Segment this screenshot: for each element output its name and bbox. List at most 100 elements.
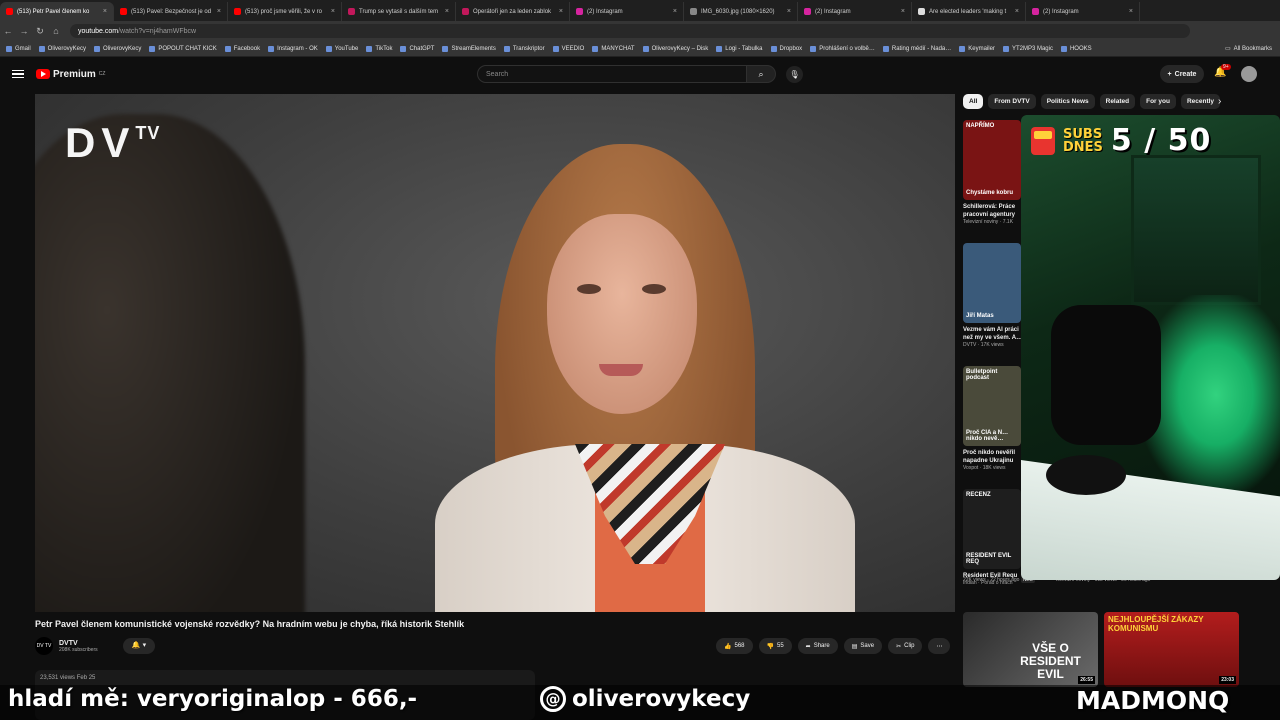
close-icon[interactable]: × — [1129, 8, 1133, 15]
menu-icon[interactable] — [12, 69, 24, 79]
close-icon[interactable]: × — [787, 8, 791, 15]
recommendation-item[interactable]: RECENZ RESIDENT EVIL REQ Resident Evil Req… — [963, 489, 1025, 611]
bottom-recommendations: VŠE O RESIDENT EVIL 26:55 NEJHLOUPĚJŠÍ Z… — [963, 612, 1239, 687]
video-player[interactable]: DVTV — [35, 94, 955, 612]
create-button[interactable]: + Create — [1160, 65, 1204, 83]
browser-tab[interactable]: Trump se vytasil s dalším tem × — [342, 2, 456, 21]
bookmark-item[interactable]: MANYCHAT — [592, 45, 635, 52]
browser-tab[interactable]: (513) Pavel: Bezpečnost je od × — [114, 2, 228, 21]
close-icon[interactable]: × — [445, 8, 449, 15]
forward-icon[interactable]: → — [16, 26, 32, 36]
bookmark-item[interactable]: ChatGPT — [400, 45, 434, 52]
logo-country: CZ — [98, 71, 106, 77]
close-icon[interactable]: × — [1015, 8, 1019, 15]
bookmark-item[interactable]: Gmail — [6, 45, 31, 52]
interviewer-silhouette — [35, 114, 305, 612]
subscription-bell-button[interactable]: 🔔 ▾ — [123, 638, 155, 654]
bookmark-item[interactable]: OliverovyKecy – Disk — [642, 45, 708, 52]
thumb-down-icon: 👎 — [766, 643, 774, 650]
rec-title[interactable]: Proč nikdo nevěřil napadne Ukrajinu — [963, 449, 1025, 465]
home-icon[interactable]: ⌂ — [48, 26, 64, 36]
bookmark-item[interactable]: HOOKS — [1060, 45, 1092, 52]
close-icon[interactable]: × — [559, 8, 563, 15]
browser-tab[interactable]: (513) proč jsme věřili, že v ro × — [228, 2, 342, 21]
bookmark-item[interactable]: YT2MP3 Magic — [1002, 45, 1053, 52]
bookmark-item[interactable]: VEEDIO — [552, 45, 584, 52]
filter-chip[interactable]: All — [963, 94, 984, 109]
browser-tab[interactable]: Operátoři jen za leden zablok × — [456, 2, 570, 21]
tab-label: (513) proč jsme věřili, že v ro — [245, 8, 323, 15]
filter-chip[interactable]: Politics News — [1040, 94, 1095, 109]
avatar[interactable] — [1241, 66, 1257, 82]
bookmark-item[interactable]: POPOUT CHAT KICK — [149, 45, 217, 52]
reload-icon[interactable]: ↻ — [32, 26, 48, 37]
rec-thumb-resident-evil[interactable]: VŠE O RESIDENT EVIL 26:55 — [963, 612, 1098, 687]
browser-tab[interactable]: IMG_6030.jpg (1080×1620) × — [684, 2, 798, 21]
subs-counter-label: SUBS DNES — [1063, 126, 1103, 155]
rec-title[interactable]: Schillerová: Práce pracovní agentury — [963, 203, 1025, 219]
clip-button[interactable]: ✂ Clip — [888, 638, 923, 654]
browser-tab[interactable]: (2) Instagram × — [798, 2, 912, 21]
notifications-icon[interactable]: 🔔 9+ — [1214, 64, 1231, 78]
bookmark-item[interactable]: Facebook — [224, 45, 260, 52]
bookmark-item[interactable]: OliverovyKecy — [38, 45, 86, 52]
close-icon[interactable]: × — [217, 8, 221, 15]
close-icon[interactable]: × — [673, 8, 677, 15]
bookmark-item[interactable]: OliverovyKecy — [94, 45, 141, 52]
share-button[interactable]: ➦ Share — [797, 638, 838, 654]
more-actions-icon[interactable]: ⋯ — [928, 638, 951, 654]
bookmark-item[interactable]: Transkriptor — [503, 45, 545, 52]
filter-chip[interactable]: For you — [1140, 94, 1176, 109]
search-button[interactable]: ⌕ — [746, 65, 776, 83]
save-button[interactable]: ▤ Save — [843, 638, 883, 654]
bookmark-item[interactable]: Rating médií - Nada… — [882, 45, 951, 52]
search-input[interactable]: Search — [477, 65, 747, 83]
channel-avatar[interactable]: DV TV — [35, 637, 53, 655]
browser-tab[interactable]: (2) Instagram × — [1026, 2, 1140, 21]
bookmark-item[interactable]: Dropbox — [770, 45, 802, 52]
bookmark-favicon-icon — [959, 45, 966, 52]
close-icon[interactable]: × — [103, 8, 107, 15]
recommendation-item[interactable]: Bulletpoint podcast Proč CIA a N… nikdo n… — [963, 366, 1025, 488]
bookmark-item[interactable]: Prohlášení o volbě… — [810, 45, 875, 52]
tab-favicon-icon — [462, 8, 469, 15]
filter-chip[interactable]: From DVTV — [988, 94, 1036, 109]
dislike-button[interactable]: 👎 55 — [758, 638, 792, 654]
rec-thumbnail[interactable]: Bulletpoint podcast Proč CIA a N… nikdo n… — [963, 366, 1021, 446]
rec-thumbnail[interactable]: RECENZ RESIDENT EVIL REQ — [963, 489, 1021, 569]
browser-tab[interactable]: Are elected leaders 'making t × — [912, 2, 1026, 21]
browser-tab[interactable]: (2) Instagram × — [570, 2, 684, 21]
tab-favicon-icon — [234, 8, 241, 15]
filter-chip[interactable]: Recently — [1180, 94, 1221, 109]
mic-icon[interactable]: 🎙 — [786, 66, 803, 83]
recommendation-item[interactable]: Jiří Matas Vezme vám AI práci než my ve v… — [963, 243, 1025, 365]
chevron-right-icon[interactable]: › — [1218, 96, 1221, 107]
donation-ticker: hladí mě: veryoriginalop - 666,- — [8, 686, 418, 712]
window-frame — [1131, 155, 1261, 305]
rec-thumbnail[interactable]: Jiří Matas — [963, 243, 1021, 323]
bookmark-favicon-icon — [770, 45, 777, 52]
browser-tab[interactable]: (513) Petr Pavel členem ko × — [0, 2, 114, 21]
youtube-logo[interactable]: Premium CZ — [36, 69, 105, 80]
subs-goal-counter: SUBS DNES 5 / 50 — [1031, 123, 1211, 158]
bookmark-item[interactable]: Logi - Tabulka — [716, 45, 763, 52]
back-icon[interactable]: ← — [0, 26, 16, 36]
close-icon[interactable]: × — [331, 8, 335, 15]
recommendation-item[interactable]: NAPŘÍMO Chystáme kobru Schillerová: Práce … — [963, 120, 1025, 242]
rec-thumb-communism[interactable]: NEJHLOUPĚJŠÍ ZÁKAZY KOMUNISMU 23:03 — [1104, 612, 1239, 687]
bookmark-item[interactable]: TikTok — [366, 45, 392, 52]
tab-favicon-icon — [348, 8, 355, 15]
close-icon[interactable]: × — [901, 8, 905, 15]
bookmark-item[interactable]: Instagram - OK — [268, 45, 318, 52]
channel-name[interactable]: DVTV — [59, 640, 98, 647]
url-field[interactable]: youtube.com/watch?v=nj4hamWFbcw — [70, 24, 1190, 38]
rec-thumbnail[interactable]: NAPŘÍMO Chystáme kobru — [963, 120, 1021, 200]
like-button[interactable]: 👍 568 — [716, 638, 753, 654]
filter-chip[interactable]: Related — [1099, 94, 1136, 109]
rec-title[interactable]: Vezme vám AI práci než my ve všem. A… — [963, 326, 1025, 342]
bookmark-item[interactable]: Keymailer — [959, 45, 995, 52]
bookmark-item[interactable]: YouTube — [325, 45, 358, 52]
all-bookmarks[interactable]: ▭ All Bookmarks — [1225, 45, 1272, 53]
tab-favicon-icon — [120, 8, 127, 15]
bookmark-item[interactable]: StreamElements — [442, 45, 496, 52]
